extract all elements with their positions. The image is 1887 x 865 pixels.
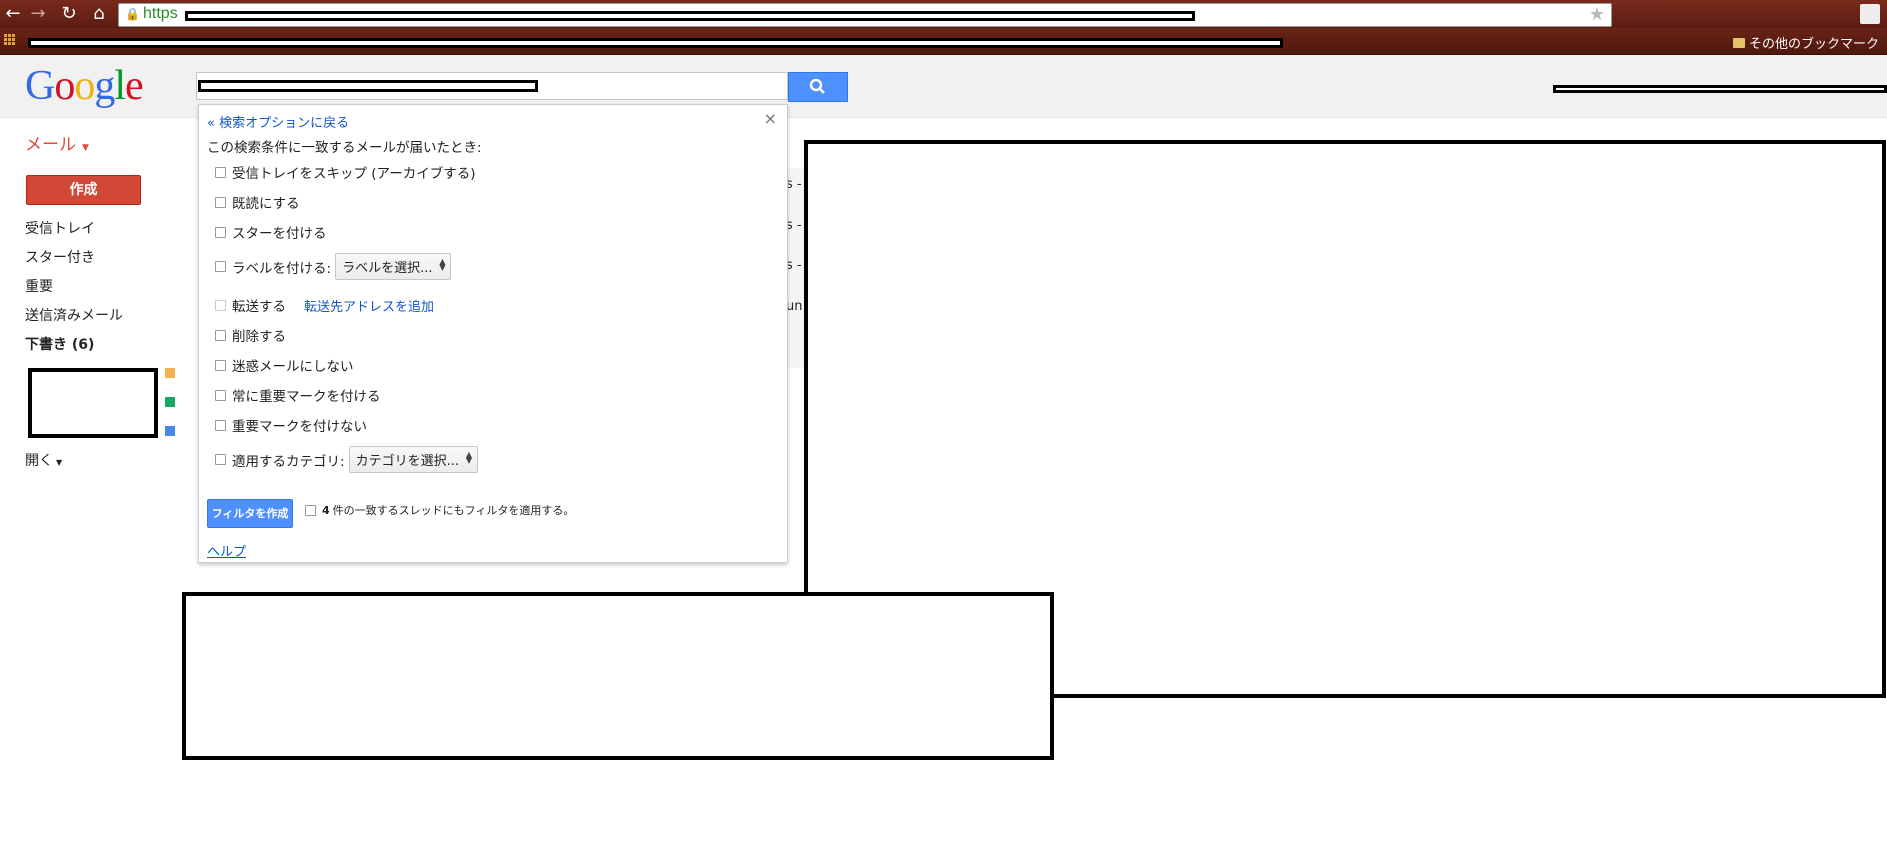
option-never-spam[interactable]: 迷惑メールにしない [215,355,354,375]
close-icon[interactable]: × [764,109,777,128]
match-count: 4 [322,503,330,517]
sidebar-item-starred[interactable]: スター付き [25,247,95,267]
never-spam-checkbox[interactable] [215,359,226,371]
logo-letter: o [74,63,95,109]
filter-dialog: « 検索オプションに戻る × この検索条件に一致するメールが届いたとき: 受信ト… [198,104,788,563]
always-important-checkbox[interactable] [215,389,226,401]
redacted-labels [28,368,158,438]
option-mark-read[interactable]: 既読にする [215,192,300,212]
logo-letter: e [125,63,144,109]
redacted-url [185,11,1195,21]
option-always-important[interactable]: 常に重要マークを付ける [215,385,381,405]
forward-checkbox[interactable] [215,299,226,311]
search-button[interactable] [788,72,848,102]
list-item: un [786,299,803,314]
apply-label-checkbox[interactable] [215,261,226,272]
category-select[interactable]: カテゴリを選択... ▲ ▼ [348,446,478,473]
label-color-swatch [165,397,175,407]
filter-heading: この検索条件に一致するメールが届いたとき: [207,140,482,156]
other-bookmarks[interactable]: その他のブックマーク [1732,33,1879,52]
list-item: s - [786,258,802,273]
option-delete[interactable]: 削除する [215,325,286,345]
logo-letter: G [25,63,55,109]
search-icon [809,78,825,94]
reload-icon[interactable]: ↻ [58,4,80,24]
never-important-checkbox[interactable] [215,419,226,431]
home-icon[interactable]: ⌂ [88,4,110,24]
option-category[interactable]: 適用するカテゴリ: カテゴリを選択... ▲ ▼ [215,446,478,473]
option-never-important[interactable]: 重要マークを付けない [215,415,367,435]
back-arrow-icon[interactable]: ← [2,4,24,24]
category-checkbox[interactable] [215,454,226,465]
compose-button[interactable]: 作成 [26,175,141,205]
help-link[interactable]: ヘルプ [207,541,246,560]
back-to-search-options-link[interactable]: « 検索オプションに戻る [207,112,349,131]
redacted-account [1553,85,1887,93]
mark-read-checkbox[interactable] [215,196,226,208]
star-checkbox[interactable] [215,226,226,238]
option-star[interactable]: スターを付ける [215,222,327,242]
label-color-swatch [165,426,175,436]
redacted-query [198,80,538,92]
list-item: s - [786,218,802,233]
bookmark-star-icon[interactable]: ★ [1589,4,1605,25]
logo-letter: o [54,63,75,109]
add-forward-address-link[interactable]: 転送先アドレスを追加 [304,296,434,315]
folder-icon [1732,37,1745,48]
url-scheme: https [143,5,178,22]
list-item: s - [786,177,802,192]
extension-icon[interactable] [1860,4,1880,24]
apply-to-matching-checkbox[interactable] [305,504,316,516]
create-filter-button[interactable]: フィルタを作成 [207,499,293,528]
google-logo[interactable]: Google [25,62,144,110]
delete-checkbox[interactable] [215,329,226,341]
sidebar-item-inbox[interactable]: 受信トレイ [25,218,95,238]
lock-icon: 🔒 [125,7,140,21]
sidebar-item-sent[interactable]: 送信済みメール [25,305,123,325]
redacted-bookmarks [28,38,1283,48]
redacted-lower-area [182,592,1054,760]
option-forward[interactable]: 転送する 転送先アドレスを追加 [215,295,434,315]
skip-inbox-checkbox[interactable] [215,166,226,178]
apply-to-matching[interactable]: 4 件の一致するスレッドにもフィルタを適用する。 [305,502,574,518]
sidebar-item-important[interactable]: 重要 [25,276,53,296]
sidebar-item-drafts[interactable]: 下書き (6) [25,334,94,354]
other-bookmarks-label: その他のブックマーク [1748,36,1879,51]
option-apply-label[interactable]: ラベルを付ける: ラベルを選択... ▲ ▼ [215,253,452,280]
sidebar-more[interactable]: 開く ▼ [25,450,62,470]
logo-letter: g [94,63,115,109]
apps-icon[interactable] [4,34,16,46]
option-skip-inbox[interactable]: 受信トレイをスキップ (アーカイブする) [215,162,476,182]
label-select[interactable]: ラベルを選択... ▲ ▼ [335,253,452,280]
mail-menu[interactable]: メール ▼ [25,130,89,155]
logo-letter: l [114,63,126,109]
label-color-swatch [165,368,175,378]
forward-arrow-icon[interactable]: → [27,4,49,24]
